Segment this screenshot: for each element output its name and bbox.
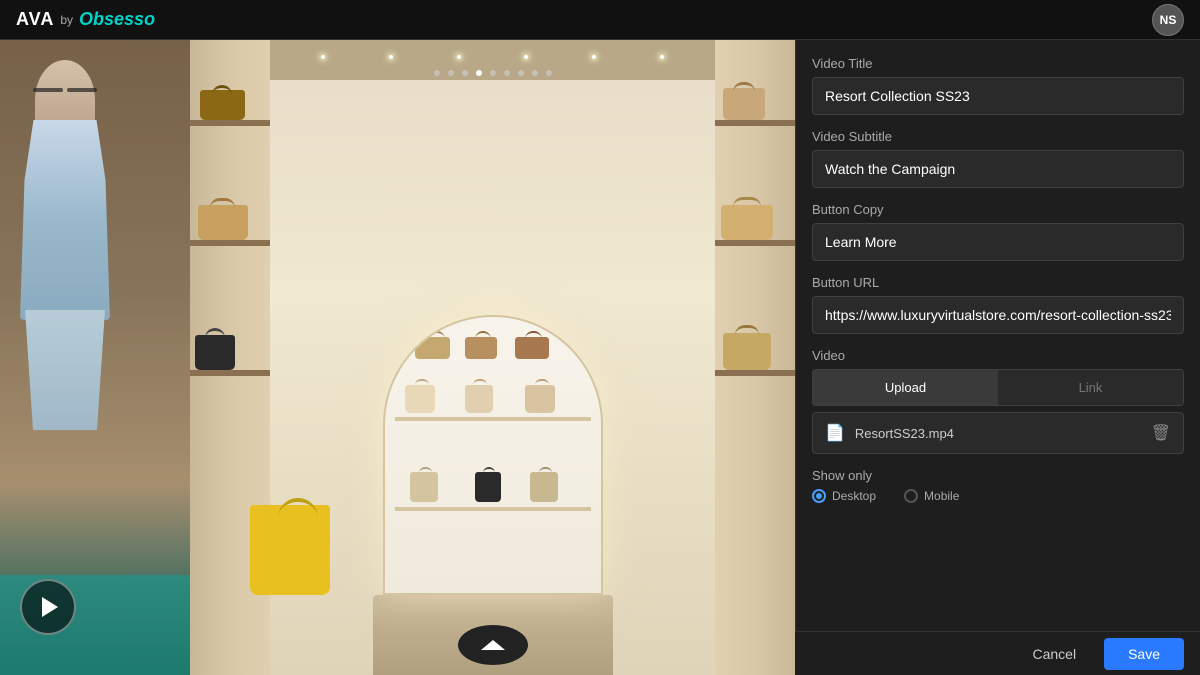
mobile-radio-dot	[904, 489, 918, 503]
video-subtitle-input[interactable]	[812, 150, 1184, 188]
video-toggle: Upload Link	[812, 369, 1184, 406]
avatar[interactable]: NS	[1152, 4, 1184, 36]
chevron-up-icon	[481, 640, 505, 650]
file-item: 📄 ResortSS23.mp4 🗑	[812, 412, 1184, 454]
show-only-group: Show only Desktop Mobile	[812, 468, 1184, 503]
spotlight-4	[457, 55, 461, 59]
logo-by: by	[60, 13, 73, 27]
show-only-label: Show only	[812, 468, 1184, 483]
desktop-radio-label: Desktop	[832, 489, 876, 503]
play-button[interactable]	[20, 579, 76, 635]
button-url-group: Button URL	[812, 275, 1184, 334]
cancel-button[interactable]: Cancel	[1016, 638, 1092, 670]
desktop-radio-dot	[812, 489, 826, 503]
spotlight-7	[660, 55, 664, 59]
button-url-input[interactable]	[812, 296, 1184, 334]
right-panel: Video Title Video Subtitle Button Copy B…	[795, 40, 1200, 675]
link-toggle-button[interactable]: Link	[998, 370, 1183, 405]
show-only-options: Desktop Mobile	[812, 489, 1184, 503]
nav-dots	[434, 70, 552, 76]
arch-display	[383, 315, 603, 595]
delete-file-button[interactable]: 🗑	[1151, 423, 1171, 443]
button-url-label: Button URL	[812, 275, 1184, 290]
upload-toggle-button[interactable]: Upload	[813, 370, 998, 405]
button-copy-group: Button Copy	[812, 202, 1184, 261]
spotlight-row	[190, 55, 795, 59]
preview-area	[0, 40, 795, 675]
spotlight-2	[321, 55, 325, 59]
file-icon: 📄	[825, 423, 845, 443]
video-title-label: Video Title	[812, 56, 1184, 71]
store-interior	[190, 40, 795, 675]
play-icon	[42, 597, 58, 617]
spotlight-5	[524, 55, 528, 59]
action-bar: Cancel Save	[795, 631, 1200, 675]
fashion-panel	[0, 40, 190, 675]
spotlight-6	[592, 55, 596, 59]
logo-obsesso: Obsesso	[79, 9, 155, 30]
spotlight-3	[389, 55, 393, 59]
video-group: Video Upload Link 📄 ResortSS23.mp4 🗑	[812, 348, 1184, 454]
video-title-input[interactable]	[812, 77, 1184, 115]
right-wall	[715, 40, 795, 675]
scroll-up-button[interactable]	[458, 625, 528, 665]
file-name: ResortSS23.mp4	[855, 426, 1141, 441]
mobile-radio-label: Mobile	[924, 489, 959, 503]
video-subtitle-group: Video Subtitle	[812, 129, 1184, 188]
video-title-group: Video Title	[812, 56, 1184, 115]
logo-ava: AVA	[16, 9, 54, 30]
video-label: Video	[812, 348, 1184, 363]
yellow-bag-handle	[278, 498, 318, 520]
logo-container: AVA by Obsesso	[16, 9, 155, 30]
button-copy-input[interactable]	[812, 223, 1184, 261]
app-header: AVA by Obsesso NS	[0, 0, 1200, 40]
save-button[interactable]: Save	[1104, 638, 1184, 670]
mobile-radio-option[interactable]: Mobile	[904, 489, 959, 503]
main-layout: Video Title Video Subtitle Button Copy B…	[0, 40, 1200, 675]
button-copy-label: Button Copy	[812, 202, 1184, 217]
desktop-radio-option[interactable]: Desktop	[812, 489, 876, 503]
video-subtitle-label: Video Subtitle	[812, 129, 1184, 144]
